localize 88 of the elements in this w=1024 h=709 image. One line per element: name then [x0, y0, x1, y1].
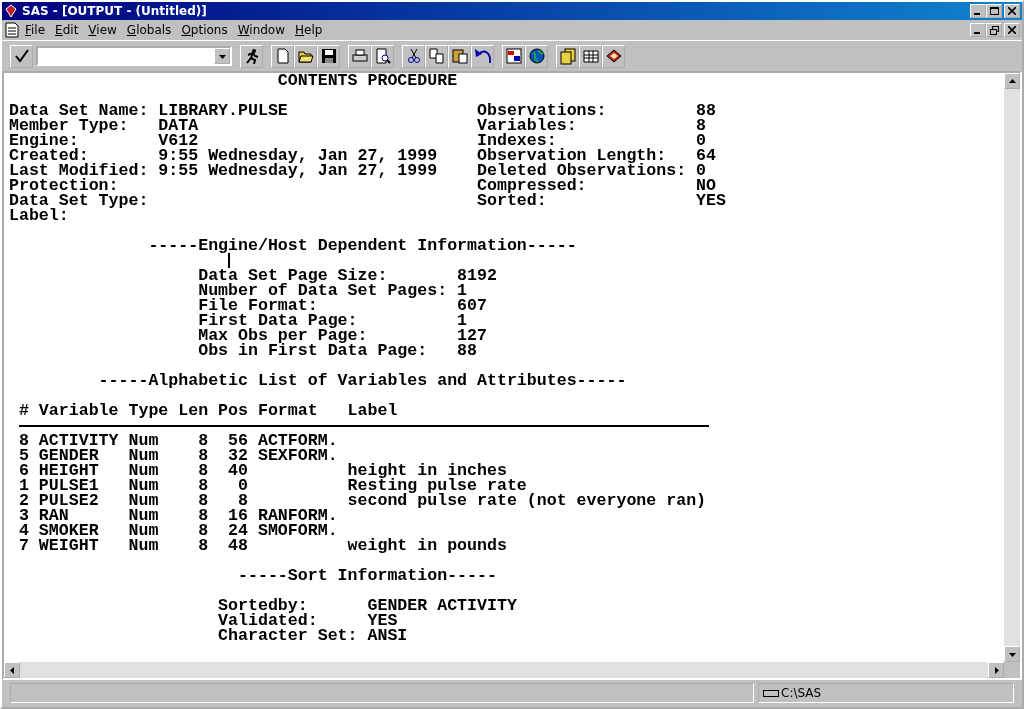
output-line: First Data Page: 1: [197, 313, 468, 328]
scroll-left-icon: [8, 666, 16, 674]
document-stack-icon: [558, 47, 577, 65]
scroll-right-icon: [992, 666, 1000, 674]
restore-button[interactable]: [986, 23, 1002, 37]
restore-icon: [989, 25, 999, 35]
toolbar-button[interactable]: [348, 44, 371, 68]
drive-icon: [763, 688, 779, 698]
menu-item[interactable]: Help: [290, 23, 328, 37]
output-line: 5 GENDER Num 8 32 SEXFORM.: [17, 448, 338, 463]
menu-item[interactable]: Options: [176, 23, 233, 37]
toolbar-button[interactable]: [317, 44, 340, 68]
output-line: Character Set: ANSI: [217, 628, 408, 643]
output-line: -----Engine/Host Dependent Information-----: [147, 238, 577, 253]
output-line: Last Modified: 9:55 Wednesday, Jan 27, 1999 Deleted Observations: 0: [9, 163, 707, 178]
maximize-icon: [989, 6, 999, 16]
undo-arrow-icon: [473, 47, 492, 65]
window-title: SAS - [OUTPUT - (Untitled)]: [22, 4, 208, 18]
app-logo-icon: [4, 4, 18, 18]
toolbar-button[interactable]: [556, 44, 579, 68]
output-line: Sortedby: GENDER ACTIVITY: [217, 598, 517, 613]
output-line: Number of Data Set Pages: 1: [197, 283, 468, 298]
menu-item[interactable]: Globals: [121, 23, 177, 37]
vertical-scrollbar[interactable]: [1004, 73, 1020, 662]
globe-icon: [527, 47, 546, 65]
close-icon: [1008, 7, 1016, 15]
output-line: Label:: [9, 208, 69, 223]
dos-window-icon: [504, 47, 523, 65]
text-cursor: [228, 253, 230, 268]
copy-icon: [427, 47, 446, 65]
path-text: C:\SAS: [781, 686, 822, 700]
toolbar-button[interactable]: [402, 44, 425, 68]
toolbar-button[interactable]: [471, 44, 494, 68]
print-preview-icon: [373, 47, 392, 65]
toolbar-button[interactable]: [271, 44, 294, 68]
menu-item[interactable]: Window: [232, 23, 290, 37]
output-line: 3 RAN Num 8 16 RANFORM.: [17, 508, 338, 523]
table-grid-icon: [581, 47, 600, 65]
output-line: Max Obs per Page: 127: [197, 328, 487, 343]
menu-item[interactable]: Edit: [50, 23, 84, 37]
output-line: Obs in First Data Page: 88: [197, 343, 478, 358]
output-line: Data Set Page Size: 8192: [197, 268, 497, 283]
output-line: Data Set Type: Sorted: YES: [9, 193, 726, 208]
dropdown-arrow-icon: [218, 52, 226, 60]
document-menu-icon[interactable]: [4, 22, 20, 38]
output-line: Validated: YES: [217, 613, 398, 628]
toolbar-button[interactable]: [371, 44, 394, 68]
paste-clipboard-icon: [450, 47, 469, 65]
close-icon: [1008, 26, 1016, 34]
toolbar-button[interactable]: [425, 44, 448, 68]
close-button[interactable]: [1004, 23, 1020, 37]
toolbar-button[interactable]: [448, 44, 471, 68]
toolbar-button[interactable]: [294, 44, 317, 68]
output-line: Member Type: DATA Variables: 8: [9, 118, 707, 133]
printer-icon: [350, 47, 369, 65]
run-button[interactable]: [240, 44, 263, 68]
minimize-button[interactable]: [970, 23, 986, 37]
minimize-button[interactable]: [970, 4, 986, 18]
output-line: Data Set Name: LIBRARY.PULSE Observations: 88: [9, 103, 716, 118]
output-line: File Format: 607: [197, 298, 487, 313]
running-man-icon: [243, 48, 260, 64]
maximize-button[interactable]: [986, 4, 1002, 18]
output-line: -----Sort Information-----: [237, 568, 497, 583]
scroll-down-icon: [1008, 650, 1016, 658]
output-line: # Variable Type Len Pos Format Label: [17, 403, 398, 418]
output-line: 6 HEIGHT Num 8 40 height in inches: [17, 463, 507, 478]
horizontal-scrollbar[interactable]: [4, 662, 1004, 678]
command-field[interactable]: [36, 46, 232, 66]
output-line: 2 PULSE2 Num 8 8 second pulse rate (not everyone ran): [17, 493, 707, 508]
menu-item[interactable]: View: [83, 23, 122, 37]
toolbar-button[interactable]: [502, 44, 525, 68]
checkmark-icon: [13, 48, 30, 64]
output-line: Protection: Compressed: NO: [9, 178, 716, 193]
menu-item[interactable]: File: [20, 23, 51, 37]
output-line: 8 ACTIVITY Num 8 56 ACTFORM.: [17, 433, 338, 448]
toolbar-button[interactable]: [525, 44, 548, 68]
output-line: 4 SMOKER Num 8 24 SMOFORM.: [17, 523, 338, 538]
toolbar-button[interactable]: [579, 44, 602, 68]
output-line: 7 WEIGHT Num 8 48 weight in pounds: [17, 538, 507, 553]
output-line: Created: 9:55 Wednesday, Jan 27, 1999 Observation Length: 64: [9, 148, 716, 163]
output-line: CONTENTS PROCEDURE: [276, 73, 458, 88]
output-line: 1 PULSE1 Num 8 0 Resting pulse rate: [17, 478, 527, 493]
scroll-up-icon: [1008, 77, 1016, 85]
output-line: Engine: V612 Indexes: 0: [9, 133, 707, 148]
toolbar-button[interactable]: [602, 44, 625, 68]
close-button[interactable]: [1004, 4, 1020, 18]
output-line: -----Alphabetic List of Variables and Attributes-----: [97, 373, 627, 388]
check-button[interactable]: [10, 44, 33, 68]
